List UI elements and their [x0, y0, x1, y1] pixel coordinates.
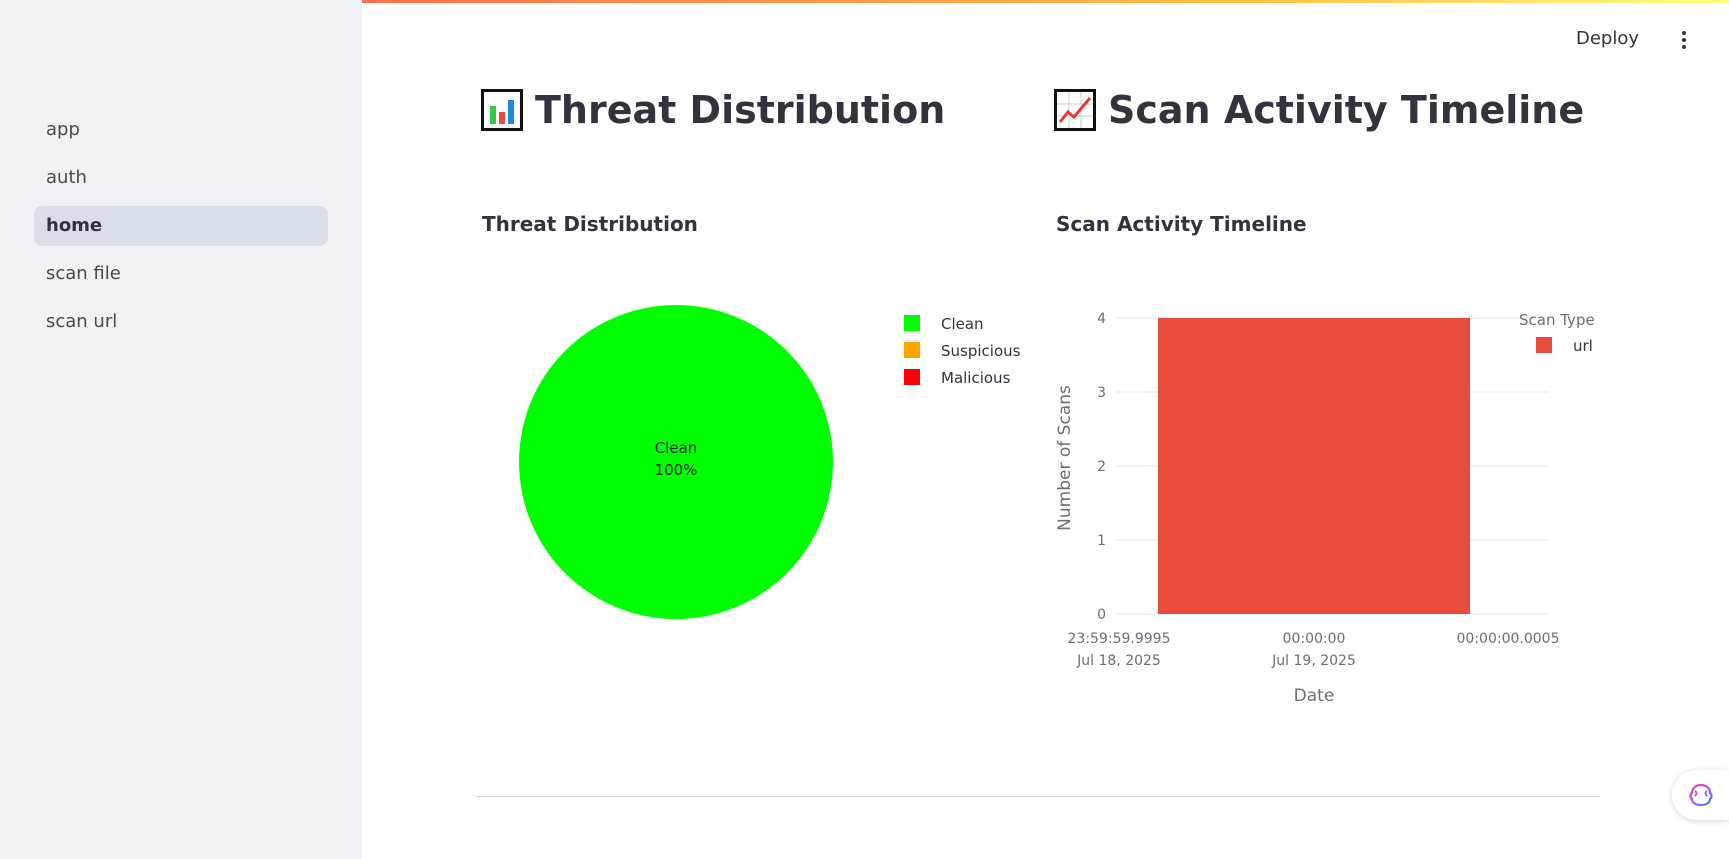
bar-legend-title: Scan Type: [1519, 311, 1595, 329]
x-tick-label: 00:00:00: [1283, 631, 1346, 647]
legend-swatch-malicious[interactable]: [904, 369, 920, 385]
sidebar-item-scan-file[interactable]: scan file: [34, 254, 328, 294]
pie-slice-label-name: Clean: [655, 439, 698, 457]
section-divider: [476, 796, 1600, 797]
x-tick-label: Jul 19, 2025: [1271, 653, 1356, 669]
legend-label-suspicious[interactable]: Suspicious: [941, 342, 1021, 360]
pie-slice-label-percent: 100%: [655, 461, 698, 479]
scan-activity-bar-chart: 0 1 2 3 4 23:59:59.9995 Jul 18, 2025 00:00:0…: [1055, 311, 1595, 706]
sidebar-nav: app auth home scan file scan url: [34, 110, 328, 350]
scan-activity-heading-text: Scan Activity Timeline: [1108, 88, 1585, 132]
sidebar-item-app[interactable]: app: [34, 110, 328, 150]
y-tick-label: 1: [1097, 533, 1106, 549]
x-tick-labels: 23:59:59.9995 Jul 18, 2025 00:00:00 Jul …: [1068, 631, 1560, 669]
sidebar: app auth home scan file scan url: [0, 0, 362, 859]
y-axis-label: Number of Scans: [1055, 385, 1075, 531]
x-tick-label: 23:59:59.9995: [1068, 631, 1171, 647]
sidebar-item-home[interactable]: home: [34, 206, 328, 246]
legend-label-url[interactable]: url: [1573, 337, 1593, 355]
threat-pie-chart: Clean 100% Clean Suspicious Malicious: [519, 305, 1021, 619]
threat-distribution-heading: Threat Distribution: [481, 88, 945, 132]
scan-activity-heading: Scan Activity Timeline: [1054, 88, 1584, 132]
y-tick-label: 2: [1097, 459, 1106, 475]
x-axis-label: Date: [1294, 686, 1335, 706]
y-tick-label: 4: [1097, 311, 1106, 327]
x-tick-label: 00:00:00.0005: [1457, 631, 1560, 647]
chart-increasing-emoji-icon: [1054, 89, 1096, 131]
legend-swatch-clean[interactable]: [904, 315, 920, 331]
x-tick-label: Jul 18, 2025: [1076, 653, 1161, 669]
y-tick-label: 0: [1097, 607, 1106, 623]
brain-icon[interactable]: [1672, 770, 1729, 820]
kebab-menu-icon[interactable]: [1676, 28, 1692, 54]
bar-chart-emoji-icon: [481, 89, 523, 131]
threat-distribution-heading-text: Threat Distribution: [535, 88, 946, 132]
deploy-button[interactable]: Deploy: [1576, 28, 1639, 49]
legend-label-clean[interactable]: Clean: [941, 315, 984, 333]
pie-chart-title: Threat Distribution: [482, 212, 698, 236]
legend-swatch-suspicious[interactable]: [904, 342, 920, 358]
bar-chart-title: Scan Activity Timeline: [1056, 212, 1307, 236]
bar-url[interactable]: [1158, 318, 1470, 614]
sidebar-item-scan-url[interactable]: scan url: [34, 302, 328, 342]
sidebar-item-auth[interactable]: auth: [34, 158, 328, 198]
pie-legend: Clean Suspicious Malicious: [904, 315, 1021, 387]
legend-label-malicious[interactable]: Malicious: [941, 369, 1011, 387]
legend-swatch-url[interactable]: [1536, 337, 1552, 353]
y-tick-label: 3: [1097, 385, 1106, 401]
